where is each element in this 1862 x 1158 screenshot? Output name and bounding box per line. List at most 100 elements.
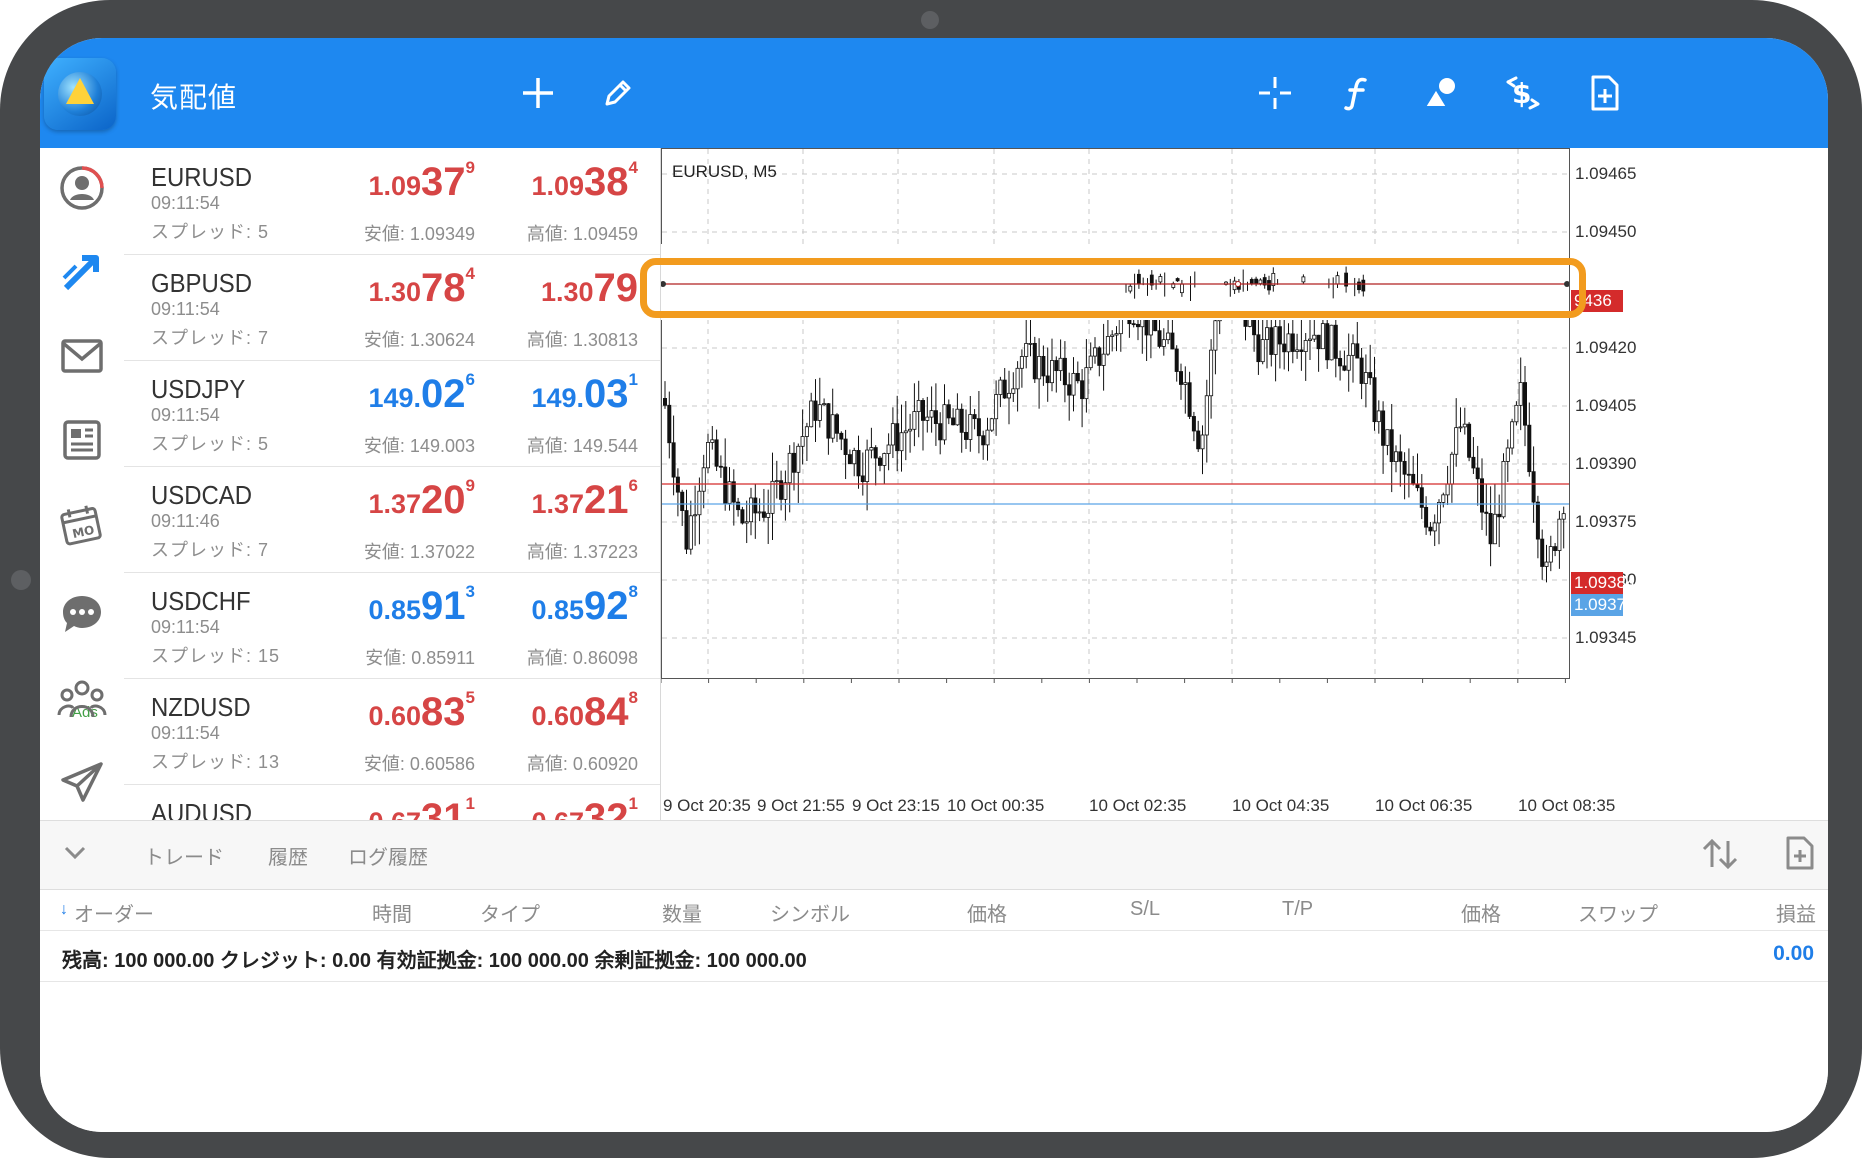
ask-price-part: 0.85 xyxy=(531,595,585,625)
shapes-icon[interactable] xyxy=(1416,68,1466,118)
candle-body xyxy=(701,467,706,492)
metatrader-logo-icon[interactable] xyxy=(44,58,116,130)
column-header[interactable]: T/P xyxy=(1282,898,1313,921)
bid-price-part: 6 xyxy=(465,370,475,389)
bid-price-part: 31 xyxy=(421,796,466,820)
ads-calendar-icon[interactable]: MO xyxy=(50,498,114,554)
column-header[interactable]: 損益 xyxy=(1776,898,1816,927)
quote-row-6[interactable]: AUDUSD0.673110.67321 xyxy=(124,784,660,820)
dollar-trade-icon[interactable]: $ xyxy=(1498,68,1548,118)
ask-price[interactable]: 1.3079 xyxy=(541,266,638,311)
candle-body xyxy=(1363,372,1368,384)
new-order-document-icon[interactable] xyxy=(1784,835,1816,876)
quote-row-4[interactable]: USDCHF 09:11:54 スプレッド: 15 0.85913 0.85928 安値:… xyxy=(124,572,660,679)
candle-body xyxy=(731,481,736,503)
candle-body xyxy=(770,480,775,514)
bid-price[interactable]: 0.67311 xyxy=(368,794,475,820)
quote-row-5[interactable]: NZDUSD 09:11:54 スプレッド: 13 0.60835 0.60848 安値:… xyxy=(124,678,660,785)
community-icon[interactable] xyxy=(50,670,114,726)
candle-body xyxy=(740,509,745,524)
candle-body xyxy=(663,398,668,406)
ask-price-part: 21 xyxy=(584,478,629,522)
column-header[interactable]: 時間 xyxy=(372,898,412,927)
quote-row-3[interactable]: USDCAD 09:11:46 スプレッド: 7 1.37209 1.37216 安値: … xyxy=(124,466,660,573)
candle-body xyxy=(1406,473,1411,476)
ask-price[interactable]: 0.60848 xyxy=(531,688,638,735)
function-icon[interactable] xyxy=(1333,68,1383,118)
ask-price-part: 1 xyxy=(628,370,638,389)
pencil-icon[interactable] xyxy=(593,68,643,118)
candle-body xyxy=(1131,323,1136,326)
price-chart[interactable]: EURUSD, M5 1.09465 1.09450 1.09420 1.09405 1… xyxy=(661,148,1828,820)
candle-body xyxy=(1097,347,1102,366)
chevron-down-icon[interactable] xyxy=(62,843,88,868)
app-title: 気配値 xyxy=(150,82,238,113)
bid-price-part: 0.67 xyxy=(368,807,421,820)
candle-body xyxy=(830,414,835,439)
bid-price-part: 3 xyxy=(465,582,475,601)
column-header[interactable]: シンボル xyxy=(770,898,850,927)
new-document-icon[interactable] xyxy=(1580,68,1630,118)
column-header[interactable]: S/L xyxy=(1130,898,1160,921)
bid-price[interactable]: 1.30784 xyxy=(368,264,475,311)
candle-body xyxy=(718,465,723,468)
bid-price-part: 149. xyxy=(368,383,422,413)
candle-body xyxy=(1196,430,1201,450)
tab-trade[interactable]: トレード xyxy=(144,841,224,870)
candle-body xyxy=(1105,336,1110,355)
candle-body xyxy=(1531,471,1536,503)
account-icon[interactable] xyxy=(50,160,114,216)
plus-icon[interactable] xyxy=(513,68,563,118)
candle-body xyxy=(1441,494,1446,503)
candle-body xyxy=(1032,342,1037,380)
candle-body xyxy=(1006,392,1011,399)
bid-price-part: 78 xyxy=(421,266,466,310)
column-header[interactable]: スワップ xyxy=(1578,898,1658,927)
column-header[interactable]: 価格 xyxy=(967,898,1007,927)
candle-body xyxy=(989,418,994,431)
quote-symbol: USDCHF xyxy=(151,586,251,616)
ask-price[interactable]: 0.85928 xyxy=(531,582,638,629)
trade-arrows-icon[interactable] xyxy=(50,244,114,300)
news-icon[interactable] xyxy=(50,412,114,468)
ask-price[interactable]: 1.37216 xyxy=(531,476,638,523)
tab-history[interactable]: 履歴 xyxy=(268,841,308,870)
price-axis-label: 1.09375 xyxy=(1575,512,1637,531)
crosshair-icon[interactable] xyxy=(1250,68,1300,118)
bid-price[interactable]: 1.37209 xyxy=(368,476,475,523)
candle-body xyxy=(1488,513,1493,545)
quote-row-1[interactable]: GBPUSD 09:11:54 スプレッド: 7 1.30784 1.3079 安値: 1… xyxy=(124,254,660,361)
bid-price[interactable]: 0.60835 xyxy=(368,688,475,735)
candle-body xyxy=(804,426,809,437)
chat-icon[interactable] xyxy=(50,586,114,642)
ask-price-part: 1.37 xyxy=(531,489,585,519)
candle-body xyxy=(942,404,947,441)
app-screen: 気配値 $ MO Ads EURUSD 09:11:54 スプレッド: 5 1.… xyxy=(40,38,1828,1132)
bid-price-part: 37 xyxy=(421,160,466,204)
quote-high: 高値: 0.86098 xyxy=(526,648,638,668)
column-header[interactable]: ↓ オーダー xyxy=(60,898,154,927)
ask-price-part: 1.09 xyxy=(531,171,585,201)
candle-body xyxy=(856,450,861,477)
candle-body xyxy=(813,400,818,421)
quote-row-0[interactable]: EURUSD 09:11:54 スプレッド: 5 1.09379 1.09384 安値: … xyxy=(124,148,660,255)
ask-price[interactable]: 0.67321 xyxy=(531,794,638,820)
candle-body xyxy=(1024,343,1029,357)
quote-row-2[interactable]: USDJPY 09:11:54 スプレッド: 5 149.026 149.031 安値: … xyxy=(124,360,660,467)
telegram-icon[interactable] xyxy=(50,754,114,810)
bid-price[interactable]: 0.85913 xyxy=(368,582,475,629)
column-header[interactable]: タイプ xyxy=(480,898,540,927)
ask-price[interactable]: 1.09384 xyxy=(531,158,638,205)
mail-icon[interactable] xyxy=(50,328,114,384)
sort-icon[interactable] xyxy=(1700,837,1740,876)
candle-body xyxy=(1303,340,1308,352)
tab-log-history[interactable]: ログ履歴 xyxy=(348,841,428,870)
column-header[interactable]: 価格 xyxy=(1461,898,1501,927)
ask-price[interactable]: 149.031 xyxy=(531,370,638,417)
candlestick-chart[interactable] xyxy=(661,148,1828,820)
quote-time: 09:11:46 xyxy=(151,511,220,531)
bid-price[interactable]: 149.026 xyxy=(368,370,475,417)
column-header[interactable]: 数量 xyxy=(662,898,702,927)
tablet-frame: 気配値 $ MO Ads EURUSD 09:11:54 スプレッド: 5 1.… xyxy=(0,0,1862,1158)
bid-price[interactable]: 1.09379 xyxy=(368,158,475,205)
